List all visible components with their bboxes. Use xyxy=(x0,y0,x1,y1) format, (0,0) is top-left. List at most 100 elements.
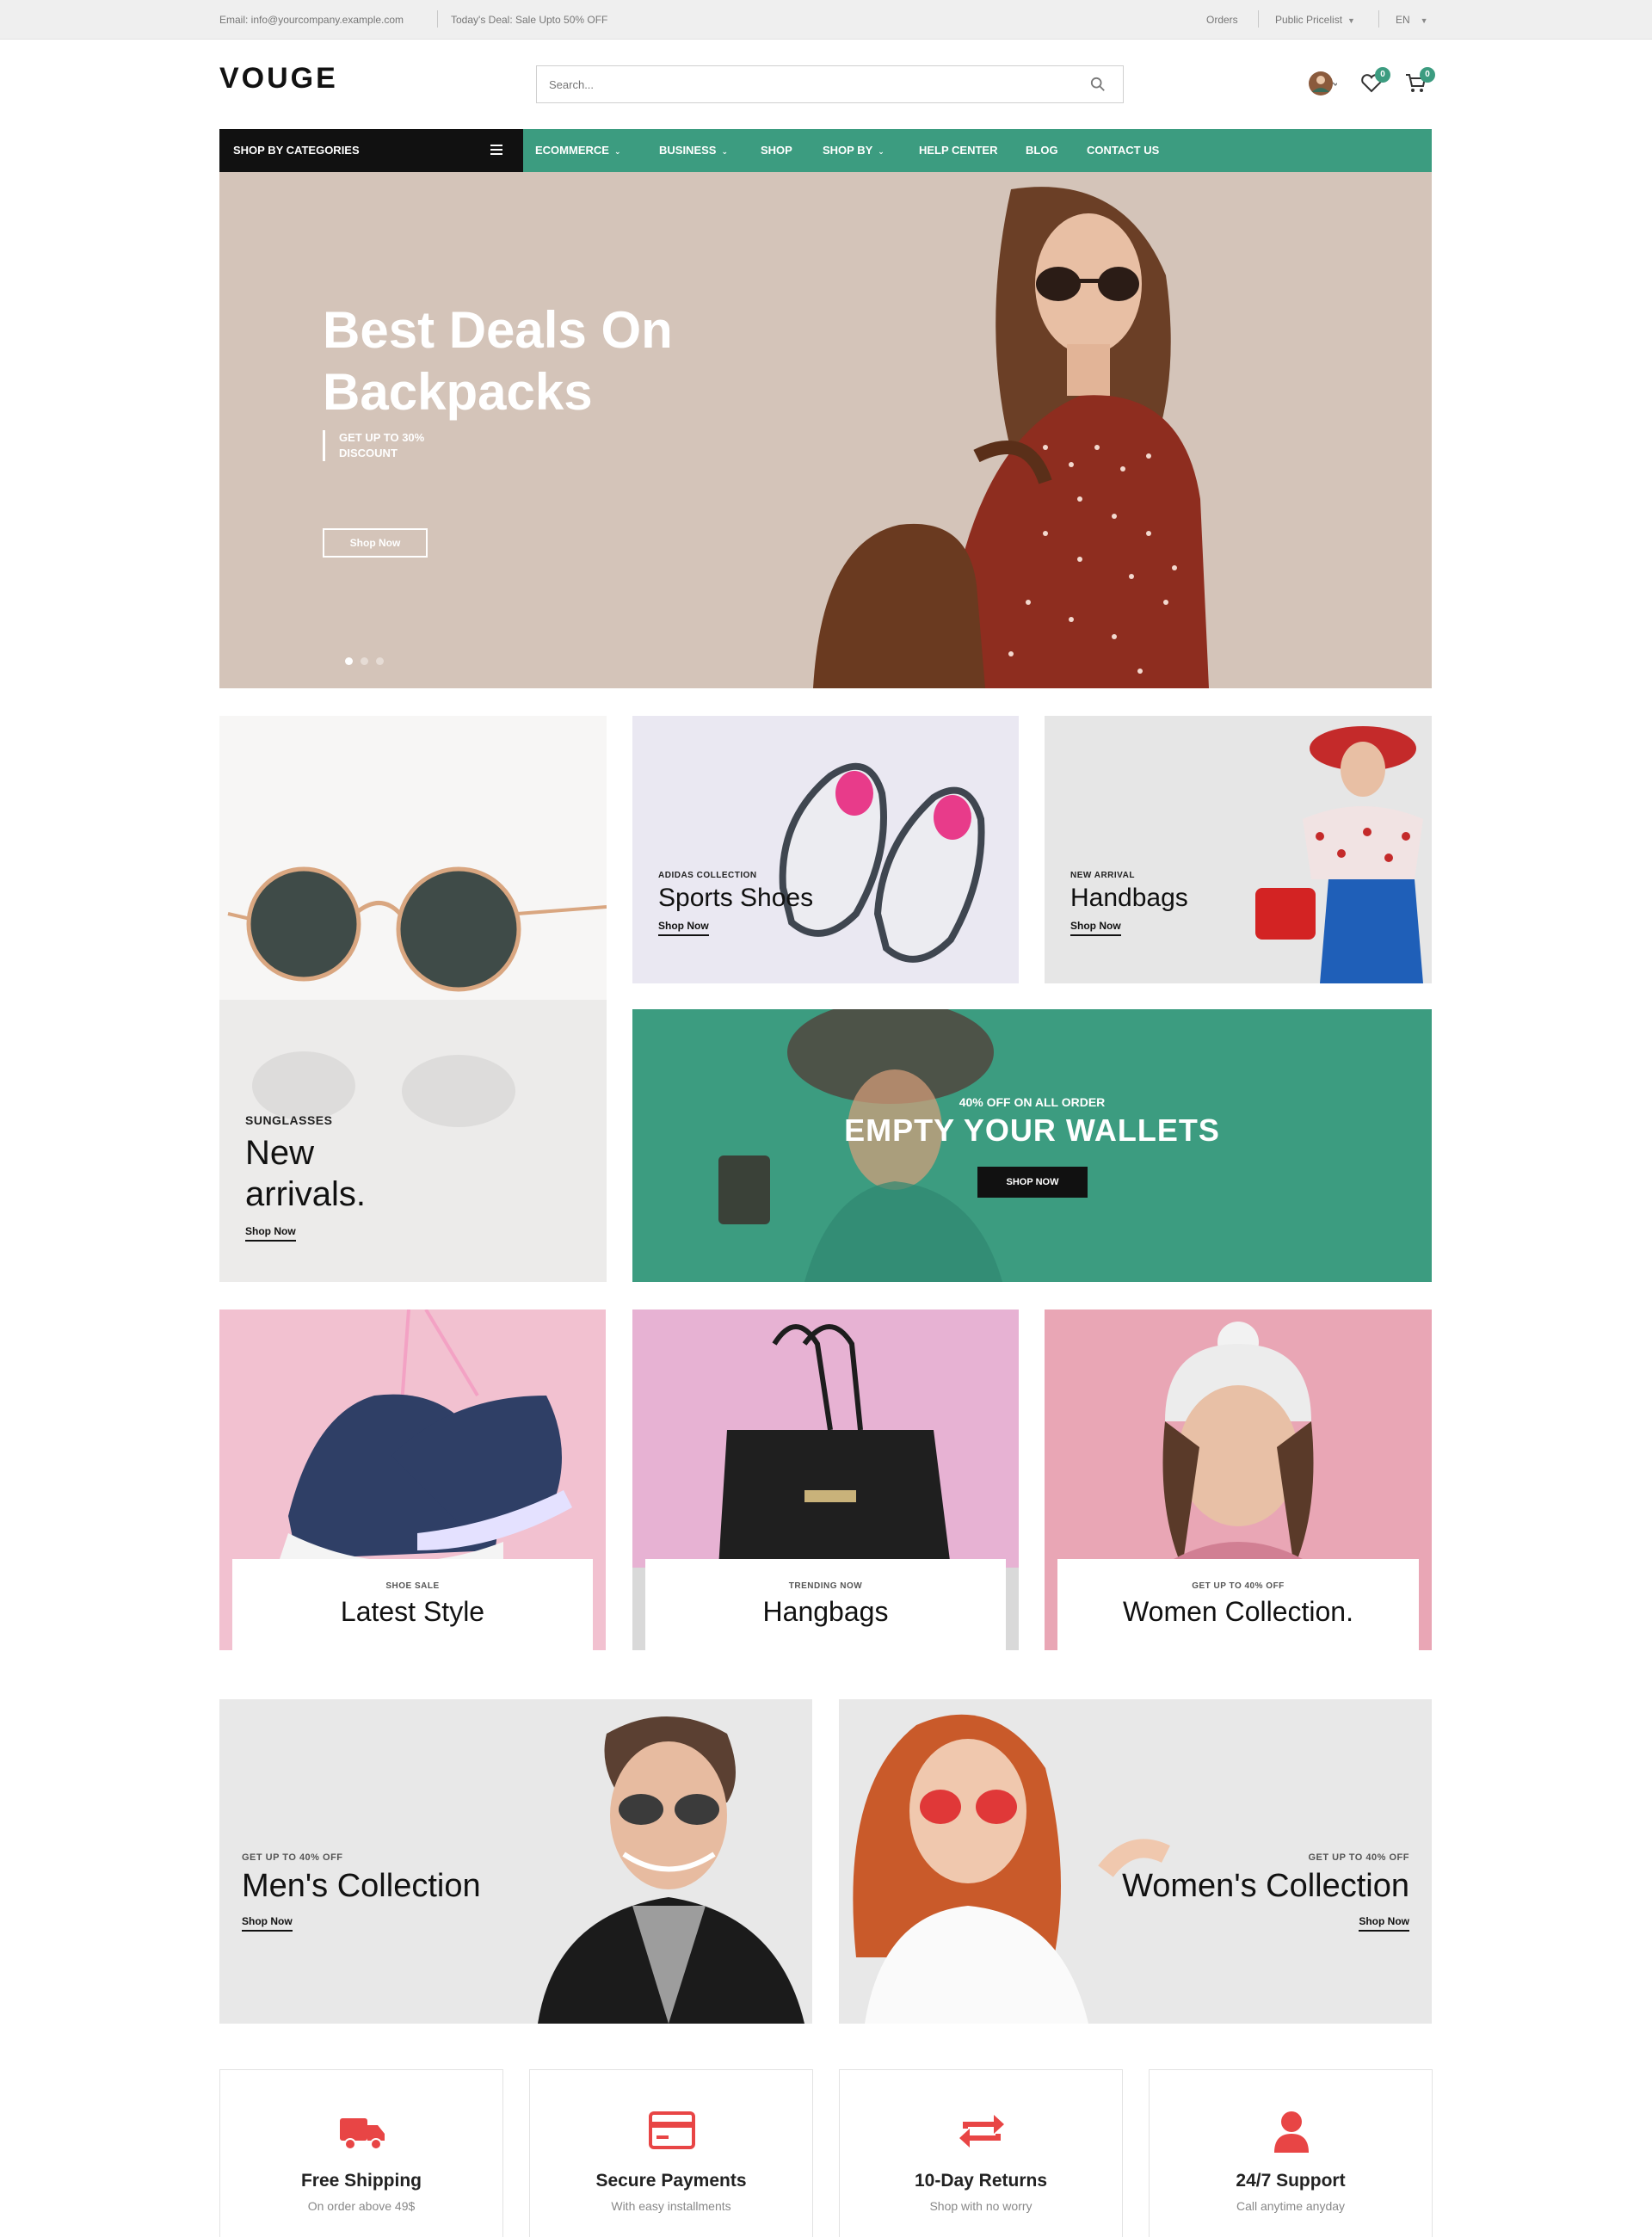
hero-subtitle-line: DISCOUNT xyxy=(339,447,398,459)
cart-button[interactable]: 0 xyxy=(1404,67,1435,100)
mens-collection-label: GET UP TO 40% OFF xyxy=(242,1852,343,1863)
hamburger-menu-icon xyxy=(490,145,502,155)
main-nav: ECOMMERCE ⌄ BUSINESS ⌄ SHOP SHOP BY ⌄ HELP … xyxy=(523,129,1432,172)
divider xyxy=(1258,10,1259,28)
sneakers-image xyxy=(779,762,985,963)
divider xyxy=(437,10,438,28)
nav-item-business[interactable]: BUSINESS ⌄ xyxy=(659,129,728,173)
contact-email[interactable]: Email: info@yourcompany.example.com xyxy=(219,0,404,40)
pricelist-dropdown[interactable]: Public Pricelist ▼ xyxy=(1275,0,1355,40)
handbags-shop-now-link[interactable]: Shop Now xyxy=(1070,920,1121,936)
language-label: EN xyxy=(1396,14,1410,26)
nav-item-shop-by[interactable]: SHOP BY ⌄ xyxy=(823,129,885,173)
sunglasses-text: SUNGLASSES New arrivals. Shop Now xyxy=(245,1113,366,1242)
chevron-down-icon: ⌄ xyxy=(878,147,885,156)
womens-collection-label: GET UP TO 40% OFF xyxy=(1308,1852,1409,1863)
handbag-model-image xyxy=(1255,726,1423,983)
hero-shop-now-button[interactable]: Shop Now xyxy=(323,528,428,558)
hangbags-tile[interactable]: TRENDING NOW Hangbags xyxy=(632,1310,1019,1650)
handbags-title: Handbags xyxy=(1070,884,1188,912)
nav-item-help-center[interactable]: HELP CENTER xyxy=(919,129,998,172)
tile-title: Latest Style xyxy=(340,1596,485,1627)
hero-title-line: Backpacks xyxy=(323,363,593,421)
slider-dots xyxy=(345,654,391,669)
feature-subtitle: On order above 49$ xyxy=(307,2199,416,2213)
user-icon xyxy=(1274,2111,1309,2153)
nav-item-blog[interactable]: BLOG xyxy=(1026,129,1058,172)
cart-count-badge: 0 xyxy=(1420,67,1435,83)
womens-collection-title: Women's Collection xyxy=(1122,1868,1409,1904)
feature-title: Secure Payments xyxy=(595,2171,747,2191)
promo-title: EMPTY YOUR WALLETS xyxy=(844,1112,1220,1148)
search-input[interactable] xyxy=(537,66,1053,102)
feature-subtitle: Call anytime anyday xyxy=(1236,2199,1346,2213)
womens-collection-banner[interactable]: GET UP TO 40% OFF Women's Collection Sho… xyxy=(839,1699,1432,2024)
search-box xyxy=(536,65,1124,103)
nav-label: BUSINESS xyxy=(659,144,717,157)
sports-shoes-text: ADIDAS COLLECTION Sports Shoes Shop Now xyxy=(658,871,813,936)
nav-item-contact-us[interactable]: CONTACT US xyxy=(1087,129,1159,172)
hero-subtitle-line: GET UP TO 30% xyxy=(339,431,425,444)
pricelist-label: Public Pricelist xyxy=(1275,14,1343,26)
sunglasses-label: SUNGLASSES xyxy=(245,1113,333,1127)
shop-by-categories-button[interactable]: SHOP BY CATEGORIES xyxy=(219,129,523,172)
nav-item-shop[interactable]: SHOP xyxy=(761,129,792,172)
mens-collection-text: GET UP TO 40% OFF Men's Collection Shop … xyxy=(242,1852,481,1932)
logo[interactable]: VOUGE xyxy=(219,62,338,96)
tile-title: Women Collection. xyxy=(1123,1596,1353,1627)
handbags-label: NEW ARRIVAL xyxy=(1070,871,1135,880)
hero-slider: Best Deals On Backpacks GET UP TO 30% DI… xyxy=(219,172,1432,688)
sunglasses-title-line: New xyxy=(245,1134,315,1172)
slider-dot[interactable] xyxy=(376,657,384,665)
wishlist-button[interactable]: 0 xyxy=(1359,67,1390,100)
sports-shoes-title: Sports Shoes xyxy=(658,884,814,912)
handbags-banner[interactable]: NEW ARRIVAL Handbags Shop Now xyxy=(1045,716,1432,983)
slider-dot[interactable] xyxy=(345,657,353,665)
sunglasses-shop-now-link[interactable]: Shop Now xyxy=(245,1225,296,1242)
nav-label: ECOMMERCE xyxy=(535,144,609,157)
credit-card-icon xyxy=(649,2111,695,2149)
promo-shop-now-button[interactable]: SHOP NOW xyxy=(977,1167,1088,1198)
returns-icon xyxy=(959,2115,1004,2148)
feature-subtitle: Shop with no worry xyxy=(929,2199,1032,2213)
tile-label: TRENDING NOW xyxy=(788,1581,863,1591)
feature-subtitle: With easy installments xyxy=(611,2199,731,2213)
mens-collection-banner[interactable]: GET UP TO 40% OFF Men's Collection Shop … xyxy=(219,1699,812,2024)
search-icon[interactable] xyxy=(1090,77,1106,92)
promo-banner[interactable]: 40% OFF ON ALL ORDER EMPTY YOUR WALLETS … xyxy=(632,1009,1432,1282)
feature-secure-payments: Secure Payments With easy installments xyxy=(529,2069,813,2237)
women-collection-caption: GET UP TO 40% OFF Women Collection. xyxy=(1057,1559,1419,1650)
sports-shoes-banner[interactable]: ADIDAS COLLECTION Sports Shoes Shop Now xyxy=(632,716,1019,983)
avatar-icon xyxy=(1309,71,1339,96)
divider xyxy=(1378,10,1379,28)
chevron-down-icon: ⌄ xyxy=(721,147,729,156)
tile-label: GET UP TO 40% OFF xyxy=(1192,1581,1285,1591)
chevron-down-icon: ⌄ xyxy=(613,147,621,156)
nav-item-ecommerce[interactable]: ECOMMERCE ⌄ xyxy=(535,129,621,173)
sunglasses-title: New arrivals. xyxy=(245,1132,366,1215)
womens-collection-shop-now-link[interactable]: Shop Now xyxy=(1359,1915,1409,1932)
mens-collection-shop-now-link[interactable]: Shop Now xyxy=(242,1915,293,1932)
latest-style-tile[interactable]: SHOE SALE Latest Style xyxy=(219,1310,606,1650)
handbags-text: NEW ARRIVAL Handbags Shop Now xyxy=(1070,871,1188,936)
hangbags-caption: TRENDING NOW Hangbags xyxy=(645,1559,1006,1650)
sunglasses-banner[interactable]: SUNGLASSES New arrivals. Shop Now xyxy=(219,716,607,1282)
top-bar: Email: info@yourcompany.example.com Toda… xyxy=(0,0,1652,40)
feature-support: 24/7 Support Call anytime anyday xyxy=(1149,2069,1433,2237)
promo-label: 40% OFF ON ALL ORDER xyxy=(959,1095,1106,1109)
truck-icon xyxy=(340,2118,385,2150)
womens-collection-text: GET UP TO 40% OFF Women's Collection Sho… xyxy=(1122,1852,1409,1932)
chevron-down-icon: ▼ xyxy=(1420,16,1428,25)
feature-title: 24/7 Support xyxy=(1236,2171,1346,2191)
account-avatar[interactable] xyxy=(1308,69,1339,98)
wishlist-count-badge: 0 xyxy=(1375,67,1390,83)
language-dropdown[interactable]: EN ▼ xyxy=(1396,0,1428,40)
tile-label: SHOE SALE xyxy=(385,1581,440,1591)
hero-title: Best Deals On Backpacks xyxy=(323,299,673,423)
orders-link[interactable]: Orders xyxy=(1206,0,1238,40)
sports-shoes-shop-now-link[interactable]: Shop Now xyxy=(658,920,709,936)
sunglasses-title-line: arrivals. xyxy=(245,1175,367,1213)
slider-dot[interactable] xyxy=(361,657,368,665)
women-collection-tile[interactable]: GET UP TO 40% OFF Women Collection. xyxy=(1045,1310,1432,1650)
feature-returns: 10-Day Returns Shop with no worry xyxy=(839,2069,1123,2237)
